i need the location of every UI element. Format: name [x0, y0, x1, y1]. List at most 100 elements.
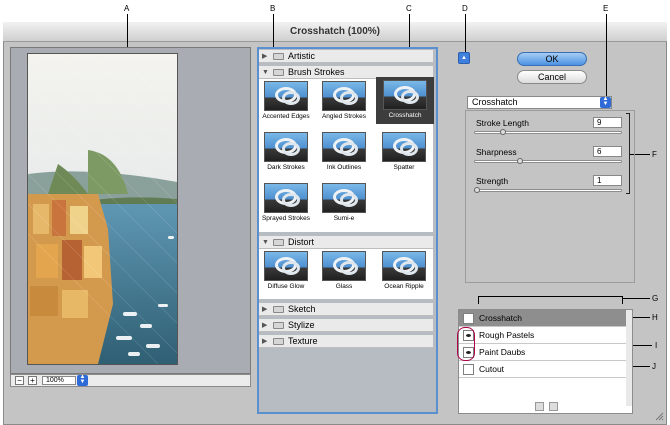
strength-slider[interactable] [474, 189, 622, 192]
filter-accented-edges[interactable]: Accented Edges [261, 81, 311, 121]
leader-g-left [478, 296, 479, 304]
cancel-button[interactable]: Cancel [517, 70, 587, 84]
filter-thumbnail [322, 132, 366, 162]
resize-grip-icon[interactable] [655, 412, 664, 421]
new-effect-layer-button[interactable] [535, 402, 544, 411]
category-artistic[interactable]: ▶ Artistic [259, 50, 433, 63]
brush-strokes-thumbnails: Accented Edges Angled Strokes Crosshatch… [259, 77, 434, 232]
disclosure-right-icon: ▶ [262, 306, 268, 313]
filter-caption: Glass [335, 283, 353, 290]
disclosure-right-icon: ▶ [262, 322, 268, 329]
filter-caption: Ocean Ripple [384, 283, 424, 290]
filter-thumbnail [322, 81, 366, 111]
stroke-length-slider-knob[interactable] [500, 129, 506, 135]
preview-image [27, 53, 178, 365]
eye-highlight-oval [457, 327, 475, 361]
leader-b [273, 14, 274, 48]
leader-g-span [478, 296, 623, 297]
filter-sumi-e[interactable]: Sumi-e [319, 183, 369, 223]
filter-spatter[interactable]: Spatter [379, 132, 429, 172]
category-label: Artistic [288, 51, 315, 61]
folder-icon [273, 239, 284, 246]
leader-d [465, 14, 466, 52]
filter-caption: Dark Strokes [267, 164, 305, 171]
zoom-stepper[interactable]: ▲ ▼ [77, 374, 88, 386]
filter-thumbnail [264, 251, 308, 281]
stroke-length-field[interactable]: 9 [593, 117, 622, 128]
filter-sprayed-strokes[interactable]: Sprayed Strokes [261, 183, 311, 223]
filter-angled-strokes[interactable]: Angled Strokes [319, 81, 369, 121]
harbor-photo [28, 54, 177, 364]
filter-dark-strokes[interactable]: Dark Strokes [261, 132, 311, 172]
callout-b: B [270, 4, 276, 13]
folder-icon [273, 69, 284, 76]
filter-glass[interactable]: Glass [319, 251, 369, 291]
bracket-f [626, 113, 630, 194]
sharpness-label: Sharpness [476, 147, 517, 157]
filter-select[interactable]: Crosshatch ▲ ▼ [467, 96, 612, 109]
zoom-out-button[interactable]: − [15, 376, 24, 385]
visibility-eye-icon[interactable] [463, 364, 474, 375]
disclosure-right-icon: ▶ [262, 53, 268, 60]
strength-field[interactable]: 1 [593, 175, 622, 186]
effect-layer-rough-pastels[interactable]: Rough Pastels [459, 327, 626, 344]
effect-layer-crosshatch[interactable]: Crosshatch [459, 310, 626, 327]
category-texture[interactable]: ▶ Texture [259, 335, 433, 348]
category-label: Stylize [288, 320, 315, 330]
filter-thumbnail [264, 132, 308, 162]
filter-caption: Sprayed Strokes [261, 215, 311, 222]
filter-crosshatch[interactable]: Crosshatch [376, 77, 434, 124]
chevron-down-icon: ▼ [79, 379, 86, 385]
zoom-level-field[interactable]: 100% [42, 376, 76, 385]
filter-thumbnail [383, 80, 427, 110]
category-label: Sketch [288, 304, 316, 314]
filter-thumbnail [382, 251, 426, 281]
sharpness-slider[interactable] [474, 160, 622, 163]
filter-options-panel [465, 110, 635, 283]
disclosure-right-icon: ▶ [262, 338, 268, 345]
callout-c: C [406, 4, 412, 13]
ok-button[interactable]: OK [517, 52, 587, 66]
folder-icon [273, 322, 284, 329]
category-stylize[interactable]: ▶ Stylize [259, 319, 433, 332]
stroke-length-slider[interactable] [474, 131, 622, 134]
layer-name: Cutout [479, 364, 505, 374]
filter-ocean-ripple[interactable]: Ocean Ripple [379, 251, 429, 291]
filter-diffuse-glow[interactable]: Diffuse Glow [261, 251, 311, 291]
filter-caption: Crosshatch [388, 112, 422, 119]
filter-select-value: Crosshatch [472, 97, 518, 107]
filter-caption: Sumi-e [333, 215, 355, 222]
callout-h: H [652, 313, 658, 322]
window-title: Crosshatch (100%) [3, 22, 667, 42]
disclosure-down-icon: ▼ [262, 239, 269, 246]
layer-name: Rough Pastels [479, 330, 535, 340]
filter-ink-outlines[interactable]: Ink Outlines [319, 132, 369, 172]
delete-effect-layer-button[interactable] [549, 402, 558, 411]
filter-thumbnail [264, 183, 308, 213]
category-distort[interactable]: ▼ Distort [259, 236, 433, 249]
category-sketch[interactable]: ▶ Sketch [259, 303, 433, 316]
strength-label: Strength [476, 176, 509, 186]
filter-caption: Diffuse Glow [267, 283, 305, 290]
leader-i [630, 345, 652, 346]
leader-e [606, 14, 607, 96]
select-arrows-icon: ▲ ▼ [600, 96, 611, 108]
visibility-eye-icon[interactable] [463, 313, 474, 324]
leader-g [622, 298, 650, 299]
effect-layer-paint-daubs[interactable]: Paint Daubs [459, 344, 626, 361]
folder-icon [273, 306, 284, 313]
strength-slider-knob[interactable] [474, 187, 480, 193]
sharpness-field[interactable]: 6 [593, 146, 622, 157]
zoom-in-button[interactable]: + [28, 376, 37, 385]
layer-name: Crosshatch [479, 313, 522, 323]
callout-j: J [652, 362, 656, 371]
layers-scrollbar[interactable] [626, 310, 632, 406]
filter-caption: Spatter [393, 164, 415, 171]
toggle-gallery-button[interactable]: ▲ [458, 52, 470, 64]
effect-layer-cutout[interactable]: Cutout [459, 361, 626, 378]
category-label: Distort [288, 237, 315, 247]
callout-f: F [652, 150, 657, 159]
filter-caption: Angled Strokes [321, 113, 367, 120]
filter-caption: Accented Edges [262, 113, 310, 120]
sharpness-slider-knob[interactable] [517, 158, 523, 164]
